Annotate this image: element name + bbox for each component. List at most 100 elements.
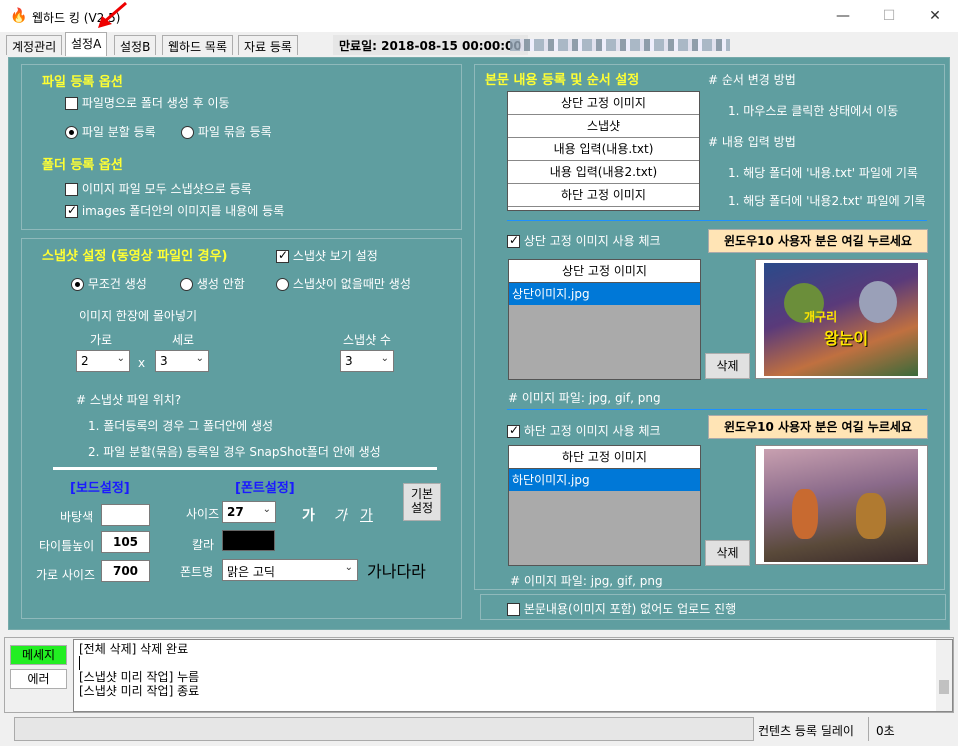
width-count-select[interactable]: 2 ⌄	[76, 350, 130, 372]
location-question: # 스냅샷 파일 위치?	[76, 393, 182, 407]
tab-webhard-list[interactable]: 웹하드 목록	[162, 35, 234, 55]
top-image-checkbox[interactable]	[507, 233, 520, 248]
location-rule-1: 1. 폴더등록의 경우 그 폴더안에 생성	[88, 419, 274, 433]
show-snapshot-label: 스냅샷 보기 설정	[292, 249, 378, 263]
upload-even-empty-checkbox[interactable]	[507, 603, 520, 616]
top-image-list[interactable]: 상단 고정 이미지 상단이미지.jpg	[508, 259, 701, 380]
log-textbox[interactable]: [전체 삭제] 삭제 완료 [스냅샷 미리 작업] 누름 [스냅샷 미리 작업]…	[73, 639, 953, 712]
list-item[interactable]: 내용 입력(내용.txt)	[508, 138, 699, 161]
height-count-select[interactable]: 3 ⌄	[155, 350, 209, 372]
divider	[507, 409, 927, 410]
images-content-checkbox[interactable]	[65, 203, 78, 218]
scroll-thumb[interactable]	[939, 680, 949, 694]
character-icon	[856, 493, 886, 539]
minimize-button[interactable]: —	[820, 0, 866, 32]
always-label: 무조건 생성	[87, 277, 147, 291]
snapshot-count-label: 스냅샷 수	[343, 333, 391, 347]
images-content-label: images 폴더안의 이미지를 내용에 등록	[81, 204, 285, 218]
font-sample-underline: 가	[360, 508, 373, 524]
delay-value: 0초	[876, 724, 895, 738]
merge-label: 이미지 한장에 몰아넣기	[79, 309, 198, 323]
divider	[53, 467, 437, 470]
bg-color-field[interactable]	[101, 504, 150, 526]
bundle-label: 파일 묶음 등록	[197, 125, 272, 139]
delete-bottom-image-button[interactable]: 삭제	[705, 540, 750, 566]
split-option[interactable]: 파일 분할 등록	[65, 123, 156, 140]
bundle-option[interactable]: 파일 묶음 등록	[181, 123, 272, 140]
howto-order-heading: # 순서 변경 방법	[708, 73, 796, 87]
order-list[interactable]: 상단 고정 이미지 스냅샷 내용 입력(내용.txt) 내용 입력(내용2.tx…	[507, 91, 700, 211]
chevron-down-icon: ⌄	[344, 562, 353, 573]
never-option[interactable]: 생성 안함	[180, 275, 245, 292]
tab-upload[interactable]: 자료 등록	[238, 35, 298, 55]
list-item[interactable]: 상단 고정 이미지	[508, 92, 699, 115]
list-item[interactable]: 하단이미지.jpg	[509, 469, 700, 491]
delete-top-image-button[interactable]: 삭제	[705, 353, 750, 379]
make-folder-checkbox[interactable]	[65, 97, 78, 110]
snapshot-heading: 스냅샷 설정 (동영상 파일인 경우)	[42, 249, 228, 264]
content-heading: 본문 내용 등록 및 순서 설정	[485, 73, 640, 88]
bottom-image-types: # 이미지 파일: jpg, gif, png	[510, 574, 663, 588]
windows10-notice-button-top[interactable]: 윈도우10 사용자 분은 여길 누르세요	[708, 229, 928, 253]
only-missing-radio[interactable]	[276, 278, 289, 291]
make-folder-label: 파일명으로 폴더 생성 후 이동	[81, 96, 230, 110]
character-icon	[859, 281, 897, 323]
maximize-button[interactable]: ☐	[866, 0, 912, 32]
show-snapshot-checkbox[interactable]	[276, 248, 289, 263]
top-image-option[interactable]: 상단 고정 이미지 사용 체크	[507, 232, 661, 249]
width-size-field[interactable]: 700	[101, 560, 150, 582]
list-item[interactable]: 내용 입력(내용2.txt)	[508, 161, 699, 184]
log-scrollbar[interactable]	[936, 640, 952, 711]
images-content-option[interactable]: images 폴더안의 이미지를 내용에 등록	[65, 202, 284, 219]
bundle-radio[interactable]	[181, 126, 194, 139]
font-heading: [폰트설정]	[235, 481, 295, 496]
close-button[interactable]: ✕	[912, 0, 958, 32]
frog-cartoon-image: 개구리 왕눈이	[764, 263, 918, 376]
board-heading: [보드설정]	[70, 481, 130, 496]
font-name-select[interactable]: 맑은 고딕 ⌄	[222, 559, 358, 581]
font-color-swatch[interactable]	[222, 530, 275, 551]
only-missing-option[interactable]: 스냅샷이 없을때만 생성	[276, 275, 411, 292]
title-bar: 🔥 웹하드 킹 (V2.5) — ☐ ✕	[0, 0, 958, 32]
bg-color-label: 바탕색	[60, 510, 94, 524]
delay-label: 컨텐츠 등록 딜레이	[758, 724, 854, 738]
list-item[interactable]: 하단 고정 이미지	[508, 184, 699, 207]
divider	[507, 220, 927, 221]
split-label: 파일 분할 등록	[81, 125, 156, 139]
error-button[interactable]: 에러	[10, 669, 67, 689]
show-snapshot-option[interactable]: 스냅샷 보기 설정	[276, 247, 378, 264]
top-image-preview: 개구리 왕눈이	[755, 259, 928, 379]
split-radio[interactable]	[65, 126, 78, 139]
tab-account[interactable]: 계정관리	[6, 35, 63, 55]
upload-even-empty-label: 본문내용(이미지 포함) 없어도 업로드 진행	[523, 602, 737, 616]
log-line: [스냅샷 미리 작업] 종료	[79, 684, 200, 698]
snapshot-count-select[interactable]: 3 ⌄	[340, 350, 394, 372]
top-image-types: # 이미지 파일: jpg, gif, png	[508, 391, 661, 405]
list-item[interactable]: 스냅샷	[508, 115, 699, 138]
bottom-image-option[interactable]: 하단 고정 이미지 사용 체크	[507, 422, 661, 439]
tab-settings-b[interactable]: 설정B	[114, 35, 157, 55]
chevron-down-icon: ⌄	[195, 353, 204, 364]
font-size-select[interactable]: 27 ⌄	[222, 501, 276, 523]
bottom-image-list[interactable]: 하단 고정 이미지 하단이미지.jpg	[508, 445, 701, 566]
all-snapshot-checkbox[interactable]	[65, 183, 78, 196]
howto-order-1: 1. 마우스로 클릭한 상태에서 이동	[728, 104, 899, 118]
always-option[interactable]: 무조건 생성	[71, 275, 147, 292]
title-height-field[interactable]: 105	[101, 531, 150, 553]
make-folder-option[interactable]: 파일명으로 폴더 생성 후 이동	[65, 94, 230, 111]
log-line: [전체 삭제] 삭제 완료	[79, 642, 189, 656]
all-snapshot-option[interactable]: 이미지 파일 모두 스냅샷으로 등록	[65, 180, 252, 197]
default-settings-button[interactable]: 기본 설정	[403, 483, 441, 521]
tab-settings-a[interactable]: 설정A	[65, 32, 108, 56]
never-radio[interactable]	[180, 278, 193, 291]
character-icon	[792, 489, 818, 539]
location-rule-2: 2. 파일 분할(묶음) 등록일 경우 SnapShot폴더 안에 생성	[88, 445, 381, 459]
progress-bar	[14, 717, 754, 741]
upload-even-empty-option[interactable]: 본문내용(이미지 포함) 없어도 업로드 진행	[507, 600, 736, 617]
list-item[interactable]: 상단이미지.jpg	[509, 283, 700, 305]
windows10-notice-button-bottom[interactable]: 윈도우10 사용자 분은 여길 누르세요	[708, 415, 928, 439]
always-radio[interactable]	[71, 278, 84, 291]
message-button[interactable]: 메세지	[10, 645, 67, 665]
bottom-image-checkbox[interactable]	[507, 423, 520, 438]
font-name-label: 폰트명	[180, 565, 214, 579]
